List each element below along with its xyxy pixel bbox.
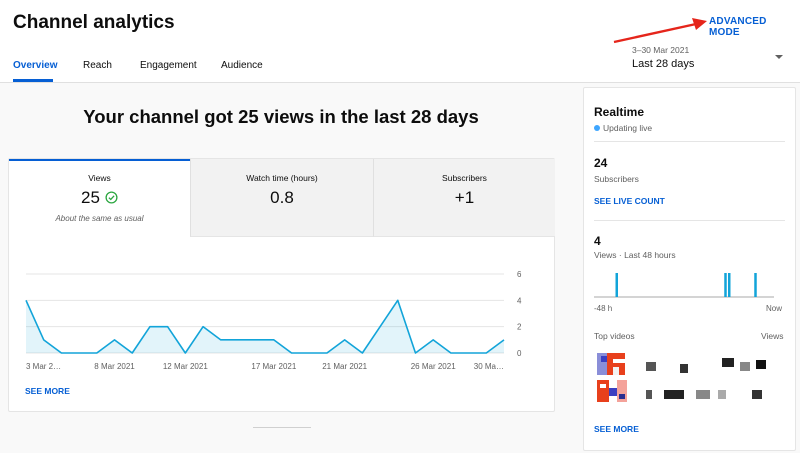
redacted-video-title <box>696 390 710 399</box>
metric-value-row: 25 <box>9 188 190 208</box>
x-tick-label: 8 Mar 2021 <box>94 362 135 371</box>
video-thumbnail[interactable] <box>597 353 629 375</box>
advanced-mode-link[interactable]: ADVANCED MODE <box>709 16 800 38</box>
x-tick-label: 30 Ma… <box>474 362 504 371</box>
metric-value: +1 <box>454 188 475 207</box>
x-tick-label: 21 Mar 2021 <box>322 362 367 371</box>
page-header: Channel analytics ADVANCED MODE Overview… <box>0 0 800 83</box>
subscriber-count: 24 <box>594 156 608 170</box>
period-text: Last 28 days <box>632 58 695 70</box>
y-tick-label: 4 <box>517 296 522 305</box>
views-label: Views · Last 48 hours <box>594 250 676 260</box>
page-title: Channel analytics <box>13 12 175 33</box>
views-chart: 0 2 4 6 3 Mar 2… 8 Mar 2021 12 Mar 2021 17 Mar … <box>25 270 522 371</box>
redacted-video-title <box>680 364 688 373</box>
metric-label: Views <box>88 173 111 183</box>
x-tick-label: 3 Mar 2… <box>26 362 61 371</box>
see-more-button[interactable]: SEE MORE <box>594 424 639 434</box>
realtime-bar <box>728 273 731 297</box>
y-tick-label: 0 <box>517 349 522 358</box>
redacted-video-title <box>646 362 656 371</box>
metric-label: Watch time (hours) <box>246 173 318 183</box>
realtime-status-text: Updating live <box>603 123 653 133</box>
dropdown-caret-icon[interactable] <box>775 55 783 59</box>
metric-value: 0.8 <box>270 188 294 207</box>
tab-overview[interactable]: Overview <box>13 60 57 71</box>
redacted-view-count <box>752 390 762 399</box>
date-range-text: 3–30 Mar 2021 <box>632 45 690 55</box>
divider <box>594 220 785 221</box>
summary-headline: Your channel got 25 views in the last 28… <box>83 106 479 127</box>
x-tick-label: 17 Mar 2021 <box>251 362 296 371</box>
y-tick-label: 2 <box>517 323 522 332</box>
realtime-status: Updating live <box>594 123 652 133</box>
metric-tab-subscribers[interactable]: Subscribers +1 <box>373 159 555 237</box>
redacted-video-title <box>718 390 726 399</box>
redacted-video-title <box>740 362 750 371</box>
check-circle-icon <box>105 190 118 204</box>
views-count: 4 <box>594 234 601 248</box>
redacted-video-title <box>722 358 734 367</box>
realtime-bar <box>724 273 727 297</box>
overview-card: Views 25 About the same as usual Watch t… <box>8 158 555 412</box>
y-tick-label: 6 <box>517 270 522 279</box>
realtime-bar-chart <box>594 273 774 298</box>
realtime-title: Realtime <box>594 105 645 119</box>
tab-reach[interactable]: Reach <box>83 60 112 71</box>
realtime-bar <box>754 273 757 297</box>
metric-tab-views[interactable]: Views 25 About the same as usual <box>9 159 190 238</box>
divider <box>253 427 311 428</box>
arrow-annotation-icon <box>613 18 707 44</box>
redacted-view-count <box>756 360 766 369</box>
redacted-video-title <box>664 390 684 399</box>
metric-tab-watch-time[interactable]: Watch time (hours) 0.8 <box>190 159 373 237</box>
axis-label-end: Now <box>766 304 783 313</box>
x-tick-label: 26 Mar 2021 <box>411 362 456 371</box>
metric-value: 25 <box>81 188 100 207</box>
metric-note: About the same as usual <box>55 214 144 223</box>
metric-label: Subscribers <box>442 173 487 183</box>
x-tick-label: 12 Mar 2021 <box>163 362 208 371</box>
see-more-button[interactable]: SEE MORE <box>25 386 70 396</box>
top-videos-label: Top videos <box>594 331 635 341</box>
subscriber-label: Subscribers <box>594 174 639 184</box>
active-tab-indicator <box>13 79 53 82</box>
realtime-bar <box>615 273 618 297</box>
see-live-count-button[interactable]: SEE LIVE COUNT <box>594 196 665 206</box>
tab-engagement[interactable]: Engagement <box>140 60 197 71</box>
views-column-label: Views <box>761 331 784 341</box>
tab-audience[interactable]: Audience <box>221 60 263 71</box>
divider <box>594 141 785 142</box>
axis-label-start: -48 h <box>594 304 613 313</box>
redacted-video-title <box>646 390 652 399</box>
video-thumbnail[interactable] <box>597 380 629 402</box>
live-dot-icon <box>594 125 600 131</box>
realtime-card: Realtime Updating live 24 Subscribers SE… <box>583 87 796 451</box>
